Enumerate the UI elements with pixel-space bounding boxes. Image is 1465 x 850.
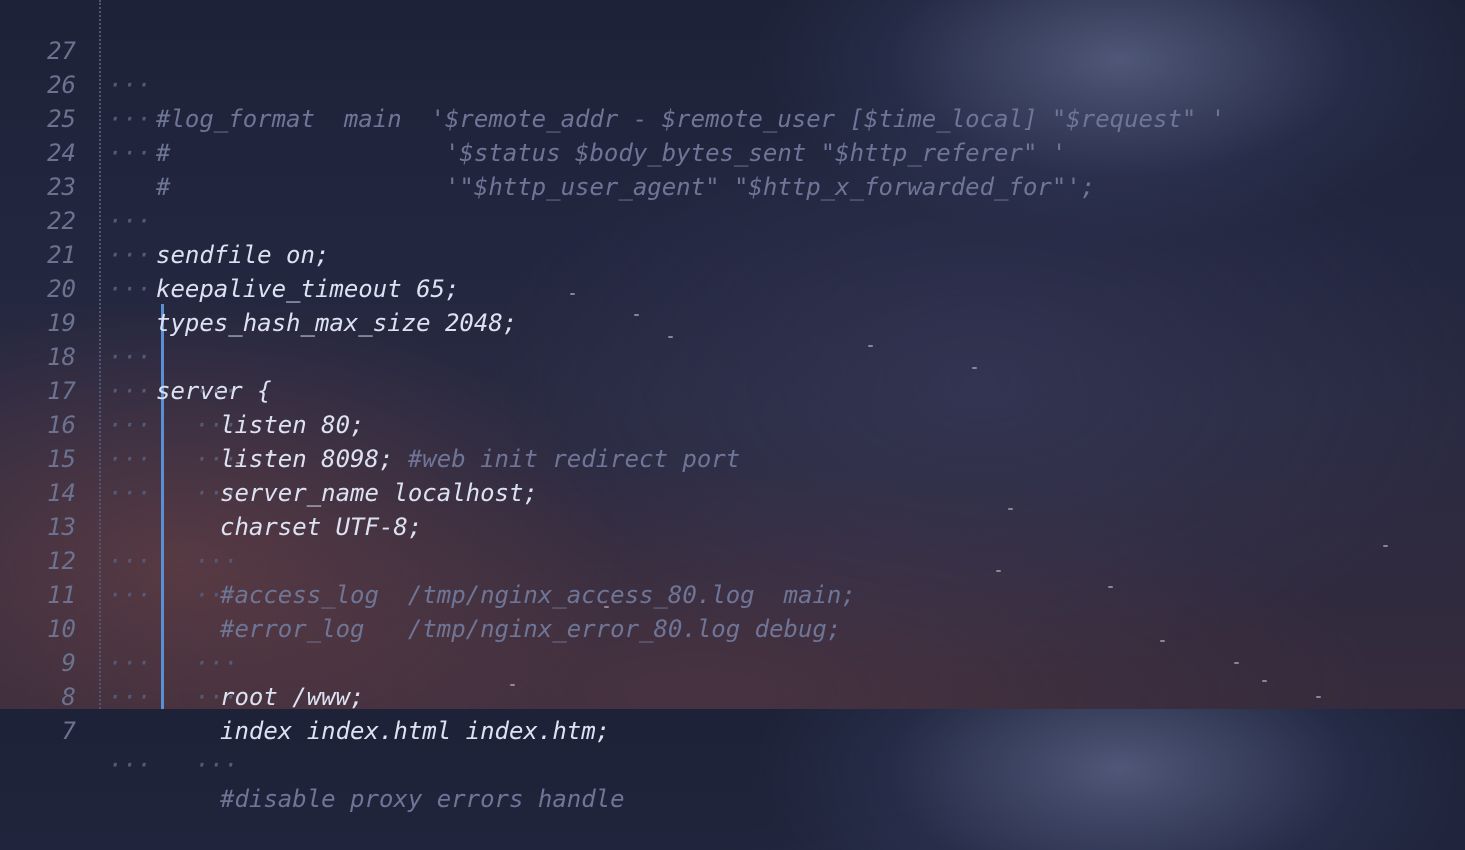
wallpaper-speck [1160, 640, 1165, 642]
code-line[interactable]: 18 ··· ··· listen 80; [0, 306, 1465, 439]
code-line[interactable]: 17 ··· ··· listen 8098; #web init redire… [0, 340, 1465, 473]
wallpaper-speck [868, 345, 873, 347]
wallpaper-speck [1108, 586, 1113, 588]
code-line[interactable]: 10 ··· ··· root /www; [0, 578, 1465, 711]
wallpaper-speck [570, 293, 575, 295]
code-line[interactable]: 19 ··· server { [0, 272, 1465, 405]
code-line[interactable]: 12 ··· ··· #error_log /tmp/nginx_error_8… [0, 510, 1465, 643]
code-line[interactable]: 26 ··· # '$status $body_bytes_sent "$htt… [0, 34, 1465, 167]
code-line[interactable]: 24 [0, 102, 1465, 167]
wallpaper-speck [1262, 680, 1267, 682]
code-line[interactable]: 8 [0, 646, 1465, 711]
wallpaper-speck [634, 314, 639, 316]
code-line[interactable]: 25 ··· # '"$http_user_agent" "$http_x_fo… [0, 68, 1465, 201]
wallpaper-speck [668, 336, 673, 338]
wallpaper-speck [1234, 662, 1239, 664]
wallpaper-speck [1008, 508, 1013, 510]
wallpaper-speck [996, 570, 1001, 572]
line-number: 7 [61, 717, 76, 745]
code-line[interactable]: 27 ··· #log_format main '$remote_addr - … [0, 0, 1465, 133]
wallpaper-speck [1316, 696, 1321, 698]
code-line[interactable]: 14 [0, 442, 1465, 507]
code-line[interactable]: 22 ··· keepalive_timeout 65; [0, 170, 1465, 303]
code-line[interactable]: 9 ··· ··· index index.html index.htm; [0, 612, 1465, 745]
wallpaper-speck [1383, 545, 1388, 547]
code-line[interactable]: 21 ··· types_hash_max_size 2048; [0, 204, 1465, 337]
code-line[interactable]: 20 [0, 238, 1465, 303]
code-text: #disable proxy errors handle [220, 785, 625, 813]
code-line[interactable]: 16 ··· ··· server_name localhost; [0, 374, 1465, 507]
wallpaper-speck [510, 684, 515, 686]
wallpaper-speck [604, 606, 609, 608]
wallpaper-speck [268, 452, 273, 454]
code-line[interactable]: 15 ··· ··· charset UTF-8; [0, 408, 1465, 541]
code-text: index index.html index.htm; [220, 717, 611, 745]
wallpaper-speck [972, 367, 977, 369]
code-editor[interactable]: 27 ··· #log_format main '$remote_addr - … [0, 0, 1465, 813]
code-line[interactable]: 11 [0, 544, 1465, 609]
code-line[interactable]: 13 ··· ··· #access_log /tmp/nginx_access… [0, 476, 1465, 609]
indent-guide: ··· ··· [108, 751, 239, 779]
wallpaper-speck [236, 462, 241, 464]
code-line[interactable]: 23 ··· sendfile on; [0, 136, 1465, 269]
